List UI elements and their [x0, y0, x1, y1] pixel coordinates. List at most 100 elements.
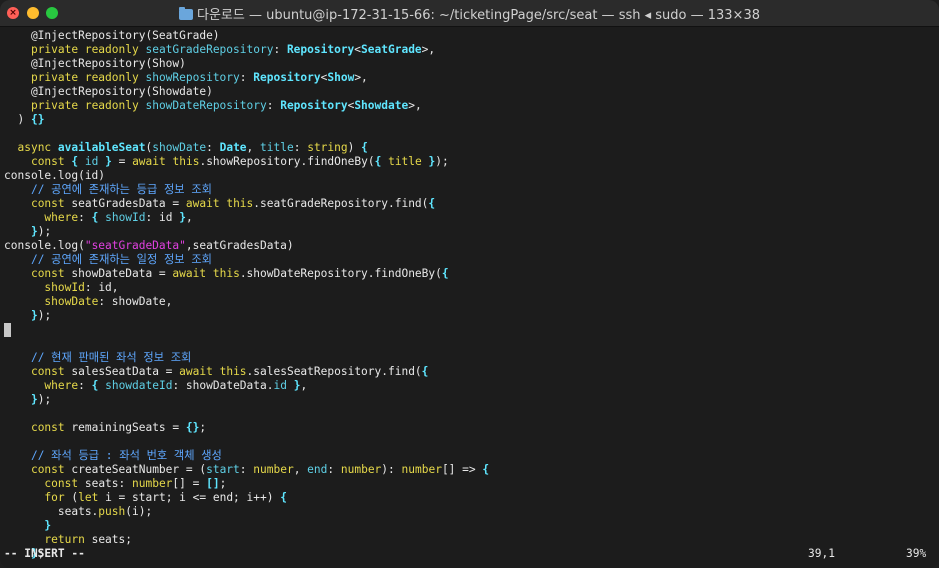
- code-token: // 좌석 등급 : 좌석 번호 객체 생성: [30, 449, 222, 462]
- code-line[interactable]: async availableSeat(showDate: Date, titl…: [4, 141, 939, 155]
- code-line[interactable]: where: { showId: id },: [4, 211, 939, 225]
- code-line[interactable]: @InjectRepository(Showdate): [4, 85, 939, 99]
- code-line[interactable]: private readonly showDateRepository: Rep…: [4, 99, 939, 113]
- window-title-text: 다운로드 — ubuntu@ip-172-31-15-66: ~/ticketi…: [197, 8, 760, 23]
- code-token: );: [435, 155, 449, 168]
- code-token: {: [361, 141, 368, 154]
- code-line[interactable]: const showDateData = await this.showDate…: [4, 267, 939, 281]
- title-bar[interactable]: × 다운로드 — ubuntu@ip-172-31-15-66: ~/ticke…: [0, 0, 939, 27]
- code-token: [] =: [172, 477, 207, 490]
- code-token: end: [307, 463, 328, 476]
- code-token: Repository: [280, 99, 348, 112]
- code-line[interactable]: const { id } = await this.showRepository…: [4, 155, 939, 169]
- code-line[interactable]: ) {}: [4, 113, 939, 127]
- code-line[interactable]: // 현재 판매된 좌석 정보 조회: [4, 351, 939, 365]
- code-token: number: [253, 463, 294, 476]
- code-token: :: [206, 141, 220, 154]
- code-line[interactable]: // 좌석 등급 : 좌석 번호 객체 생성: [4, 449, 939, 463]
- code-line[interactable]: [4, 323, 939, 337]
- code-line[interactable]: private readonly seatGradeRepository: Re…: [4, 43, 939, 57]
- code-line[interactable]: const salesSeatData = await this.salesSe…: [4, 365, 939, 379]
- code-token: seatGradeRepository: [145, 43, 274, 56]
- code-token: .salesSeatRepository.find(: [246, 365, 422, 378]
- code-token: .showDateRepository.findOneBy(: [239, 267, 442, 280]
- code-token: showDateRepository: [145, 99, 267, 112]
- code-token: );: [37, 393, 52, 406]
- code-token: ,: [246, 141, 261, 154]
- code-line[interactable]: });: [4, 393, 939, 407]
- code-line[interactable]: // 공연에 존재하는 일정 정보 조회: [4, 253, 939, 267]
- code-line[interactable]: });: [4, 309, 939, 323]
- code-line[interactable]: seats.push(i);: [4, 505, 939, 519]
- code-token: :: [239, 71, 254, 84]
- code-line[interactable]: const seats: number[] = [];: [4, 477, 939, 491]
- code-token: "seatGradeData": [84, 239, 186, 252]
- code-line[interactable]: private readonly showRepository: Reposit…: [4, 71, 939, 85]
- code-line[interactable]: [4, 407, 939, 421]
- code-token: ,: [293, 463, 308, 476]
- vim-editor-buffer[interactable]: @InjectRepository(SeatGrade) private rea…: [4, 29, 939, 561]
- code-token: =: [111, 155, 133, 168]
- code-line[interactable]: where: { showdateId: showDateData.id },: [4, 379, 939, 393]
- code-token: :: [239, 463, 254, 476]
- code-line[interactable]: @InjectRepository(SeatGrade): [4, 29, 939, 43]
- code-token: .seatGradeRepository.find(: [253, 197, 429, 210]
- scroll-percent: 39%: [906, 547, 927, 560]
- code-token: showDate: [152, 141, 207, 154]
- code-line[interactable]: });: [4, 225, 939, 239]
- code-token: console.log(id): [4, 169, 106, 182]
- code-token: :: [78, 211, 92, 224]
- code-token: string: [307, 141, 348, 154]
- code-line[interactable]: for (let i = start; i <= end; i++) {: [4, 491, 939, 505]
- code-token: const: [30, 197, 65, 210]
- code-line[interactable]: }: [4, 519, 939, 533]
- code-line[interactable]: // 공연에 존재하는 등급 정보 조회: [4, 183, 939, 197]
- code-line[interactable]: const createSeatNumber = (start: number,…: [4, 463, 939, 477]
- code-token: SeatGrade: [361, 43, 422, 56]
- code-token: {: [280, 491, 287, 504]
- cursor-position: 39,1: [808, 547, 835, 560]
- code-token: {: [428, 197, 436, 210]
- code-token: }: [44, 519, 52, 532]
- code-line[interactable]: const seatGradesData = await this.seatGr…: [4, 197, 939, 211]
- code-line[interactable]: @InjectRepository(Show): [4, 57, 939, 71]
- code-token: ): [4, 113, 31, 126]
- code-token: showdateId: [105, 379, 173, 392]
- code-token: : id: [145, 211, 180, 224]
- code-token: availableSeat: [57, 141, 146, 154]
- code-token: seats:: [78, 477, 132, 490]
- code-line[interactable]: showDate: showDate,: [4, 295, 939, 309]
- code-line[interactable]: [4, 127, 939, 141]
- code-token: seats;: [84, 533, 132, 546]
- code-line[interactable]: [4, 435, 939, 449]
- code-token: seats.: [4, 505, 99, 518]
- code-token: this: [226, 197, 254, 210]
- code-token: const: [44, 477, 79, 490]
- code-line[interactable]: const remainingSeats = {};: [4, 421, 939, 435]
- code-line[interactable]: console.log("seatGradeData",seatGradesDa…: [4, 239, 939, 253]
- code-line[interactable]: showId: id,: [4, 281, 939, 295]
- window-title: 다운로드 — ubuntu@ip-172-31-15-66: ~/ticketi…: [0, 4, 939, 23]
- code-token: number: [340, 463, 382, 476]
- code-line[interactable]: console.log(id): [4, 169, 939, 183]
- code-token: ): [347, 141, 362, 154]
- code-token: :: [327, 463, 341, 476]
- code-token: const: [30, 421, 65, 434]
- code-token: .showRepository.findOneBy(: [199, 155, 375, 168]
- code-line[interactable]: return seats;: [4, 533, 939, 547]
- code-token: {: [441, 267, 449, 280]
- code-token: // 현재 판매된 좌석 정보 조회: [30, 351, 192, 364]
- code-token: seatGradesData =: [64, 197, 186, 210]
- code-line[interactable]: [4, 337, 939, 351]
- code-token: // 공연에 존재하는 일정 정보 조회: [30, 253, 212, 266]
- code-token: await: [185, 197, 220, 210]
- code-token: where: [44, 211, 79, 224]
